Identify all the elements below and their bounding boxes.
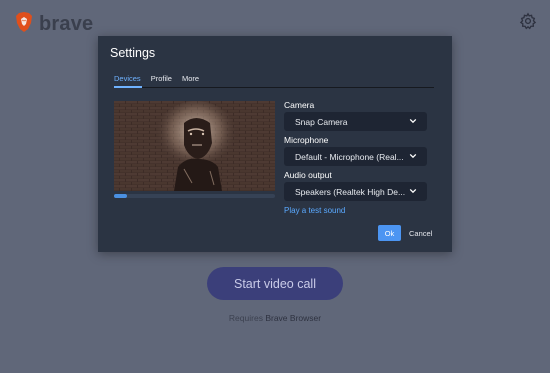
- brand-logo[interactable]: brave: [14, 11, 93, 38]
- microphone-label: Microphone: [284, 135, 329, 145]
- play-test-sound-link[interactable]: Play a test sound: [284, 206, 345, 215]
- settings-dialog: Settings Devices Profile More Camera Sna…: [98, 36, 452, 252]
- requires-text: Requires: [228, 313, 263, 323]
- start-video-call-button[interactable]: Start video call: [207, 267, 343, 300]
- brave-browser-link[interactable]: Brave Browser: [265, 313, 321, 323]
- settings-tabs: Devices Profile More: [114, 74, 434, 88]
- dialog-title: Settings: [110, 46, 156, 60]
- camera-preview: [114, 101, 275, 191]
- gear-icon[interactable]: [519, 12, 537, 30]
- audio-level-fill: [114, 194, 127, 198]
- audio-output-select-value: Speakers (Realtek High De...: [295, 186, 406, 197]
- tab-profile[interactable]: Profile: [151, 74, 172, 88]
- microphone-select-value: Default - Microphone (Real...: [295, 151, 404, 162]
- camera-label: Camera: [284, 100, 315, 110]
- brand-name: brave: [39, 13, 94, 35]
- requires-note: Requires Brave Browser: [0, 313, 550, 323]
- microphone-select[interactable]: Default - Microphone (Real...: [284, 147, 427, 166]
- ok-button[interactable]: Ok: [378, 225, 401, 241]
- cancel-button[interactable]: Cancel: [409, 225, 432, 241]
- tab-more[interactable]: More: [182, 74, 199, 88]
- chevron-down-icon: [409, 188, 417, 194]
- brave-lion-icon: [14, 11, 34, 38]
- audio-level-meter: [114, 194, 275, 198]
- audio-output-label: Audio output: [284, 170, 332, 180]
- audio-output-select[interactable]: Speakers (Realtek High De...: [284, 182, 427, 201]
- chevron-down-icon: [409, 118, 417, 124]
- active-tab-indicator: [114, 86, 142, 88]
- chevron-down-icon: [409, 153, 417, 159]
- camera-select-value: Snap Camera: [295, 116, 348, 127]
- camera-select[interactable]: Snap Camera: [284, 112, 427, 131]
- tabs-divider: [114, 87, 434, 88]
